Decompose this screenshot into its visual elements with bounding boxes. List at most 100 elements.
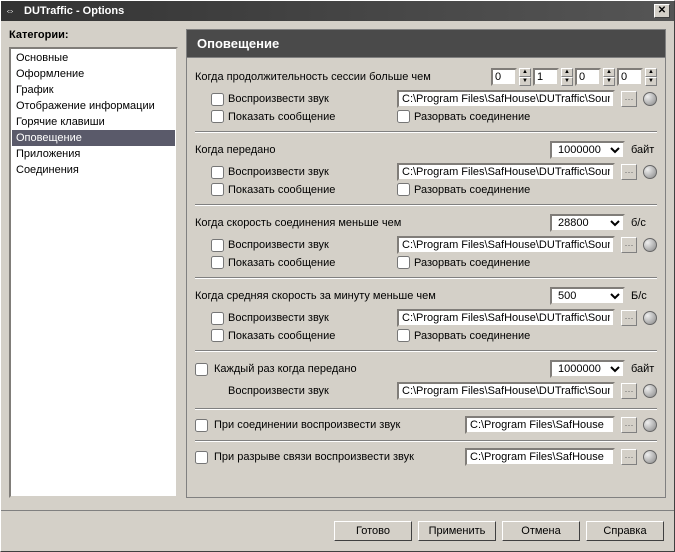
chk-disconnect[interactable]	[397, 183, 410, 196]
lbl-disconnect: Разорвать соединение	[414, 184, 530, 196]
play-icon[interactable]	[643, 238, 657, 252]
unit-byte: байт	[631, 363, 657, 375]
lbl-play-sound: Воспроизвести звук	[228, 93, 393, 105]
category-listbox[interactable]: ОсновныеОформлениеГрафикОтображение инфо…	[9, 47, 178, 498]
browse-icon[interactable]: ⋯	[621, 164, 637, 180]
play-icon[interactable]	[643, 418, 657, 432]
sidebar-item[interactable]: Соединения	[12, 162, 175, 178]
section-duration: Когда продолжительность сессии больше че…	[195, 66, 657, 123]
chk-show-msg[interactable]	[211, 110, 224, 123]
chk-show-msg[interactable]	[211, 329, 224, 342]
sidebar: Категории: ОсновныеОформлениеГрафикОтобр…	[9, 29, 178, 498]
combo-transferred[interactable]: 1000000	[550, 141, 625, 159]
browse-icon[interactable]: ⋯	[621, 310, 637, 326]
sound-path-disconnect[interactable]	[465, 448, 615, 466]
chk-each-transfer[interactable]	[195, 363, 208, 376]
sidebar-item[interactable]: Оформление	[12, 66, 175, 82]
spin-up[interactable]: ▲	[645, 68, 657, 77]
spin-h[interactable]	[491, 68, 517, 86]
sidebar-item[interactable]: Приложения	[12, 146, 175, 162]
sidebar-item[interactable]: Оповещение	[12, 130, 175, 146]
section-transferred-label: Когда передано	[195, 144, 544, 156]
row-on-disconnect: При разрыве связи воспроизвести звук ⋯	[195, 448, 657, 466]
spin-up[interactable]: ▲	[561, 68, 573, 77]
sound-path[interactable]	[397, 90, 615, 108]
sound-path-connect[interactable]	[465, 416, 615, 434]
chk-on-disconnect[interactable]	[195, 451, 208, 464]
help-button[interactable]: Справка	[586, 521, 664, 541]
options-window: ⇔ DUTraffic - Options ✕ Категории: Основ…	[0, 0, 675, 552]
spin-m[interactable]	[533, 68, 559, 86]
chk-play-sound[interactable]	[211, 312, 224, 325]
footer: Готово Применить Отмена Справка	[1, 510, 674, 551]
sound-path[interactable]	[397, 236, 615, 254]
divider	[195, 408, 657, 410]
combo-each-transfer[interactable]: 1000000	[550, 360, 625, 378]
cancel-button[interactable]: Отмена	[502, 521, 580, 541]
spin-up[interactable]: ▲	[519, 68, 531, 77]
sound-path[interactable]	[397, 163, 615, 181]
section-each-transfer-label: Каждый раз когда передано	[214, 363, 544, 375]
main-panel: Оповещение Когда продолжительность сесси…	[186, 29, 666, 498]
browse-icon[interactable]: ⋯	[621, 449, 637, 465]
combo-speed[interactable]: 28800	[550, 214, 625, 232]
section-speed: Когда скорость соединения меньше чем 288…	[195, 212, 657, 269]
app-icon: ⇔	[5, 6, 19, 16]
apply-button[interactable]: Применить	[418, 521, 496, 541]
window-title: DUTraffic - Options	[24, 5, 654, 17]
panel-content: Когда продолжительность сессии больше че…	[186, 58, 666, 498]
combo-avg-speed[interactable]: 500	[550, 287, 625, 305]
unit-bps: б/с	[631, 217, 657, 229]
sidebar-heading: Категории:	[9, 29, 178, 41]
spin-down[interactable]: ▼	[645, 77, 657, 86]
play-icon[interactable]	[643, 165, 657, 179]
browse-icon[interactable]: ⋯	[621, 91, 637, 107]
section-each-transfer: Каждый раз когда передано 1000000 байт В…	[195, 358, 657, 400]
lbl-play-sound: Воспроизвести звук	[228, 385, 393, 397]
spin-down[interactable]: ▼	[519, 77, 531, 86]
sidebar-item[interactable]: График	[12, 82, 175, 98]
chk-disconnect[interactable]	[397, 110, 410, 123]
section-duration-label: Когда продолжительность сессии больше че…	[195, 71, 485, 83]
titlebar: ⇔ DUTraffic - Options ✕	[1, 1, 674, 21]
sidebar-item[interactable]: Горячие клавиши	[12, 114, 175, 130]
sound-path[interactable]	[397, 382, 615, 400]
lbl-disconnect: Разорвать соединение	[414, 111, 530, 123]
play-icon[interactable]	[643, 311, 657, 325]
spin-down[interactable]: ▼	[603, 77, 615, 86]
sound-path[interactable]	[397, 309, 615, 327]
lbl-disconnect: Разорвать соединение	[414, 330, 530, 342]
chk-play-sound[interactable]	[211, 166, 224, 179]
section-transferred: Когда передано 1000000 байт Воспроизвест…	[195, 139, 657, 196]
spin-s[interactable]	[575, 68, 601, 86]
sidebar-item[interactable]: Основные	[12, 50, 175, 66]
body: Категории: ОсновныеОформлениеГрафикОтобр…	[1, 21, 674, 506]
duration-spinners: ▲▼ ▲▼ ▲▼ ▲▼	[491, 68, 657, 86]
chk-play-sound[interactable]	[211, 93, 224, 106]
divider	[195, 131, 657, 133]
chk-on-connect[interactable]	[195, 419, 208, 432]
play-icon[interactable]	[643, 384, 657, 398]
chk-disconnect[interactable]	[397, 329, 410, 342]
chk-play-sound[interactable]	[211, 239, 224, 252]
section-avg-speed: Когда средняя скорость за минуту меньше …	[195, 285, 657, 342]
section-avg-speed-label: Когда средняя скорость за минуту меньше …	[195, 290, 544, 302]
divider	[195, 440, 657, 442]
play-icon[interactable]	[643, 92, 657, 106]
chk-show-msg[interactable]	[211, 256, 224, 269]
spin-up[interactable]: ▲	[603, 68, 615, 77]
chk-show-msg[interactable]	[211, 183, 224, 196]
chk-disconnect[interactable]	[397, 256, 410, 269]
play-icon[interactable]	[643, 450, 657, 464]
lbl-play-sound: Воспроизвести звук	[228, 239, 393, 251]
close-button[interactable]: ✕	[654, 4, 670, 18]
lbl-show-msg: Показать сообщение	[228, 184, 393, 196]
browse-icon[interactable]: ⋯	[621, 417, 637, 433]
browse-icon[interactable]: ⋯	[621, 383, 637, 399]
sidebar-item[interactable]: Отображение информации	[12, 98, 175, 114]
lbl-show-msg: Показать сообщение	[228, 257, 393, 269]
browse-icon[interactable]: ⋯	[621, 237, 637, 253]
spin-down[interactable]: ▼	[561, 77, 573, 86]
done-button[interactable]: Готово	[334, 521, 412, 541]
spin-ms[interactable]	[617, 68, 643, 86]
